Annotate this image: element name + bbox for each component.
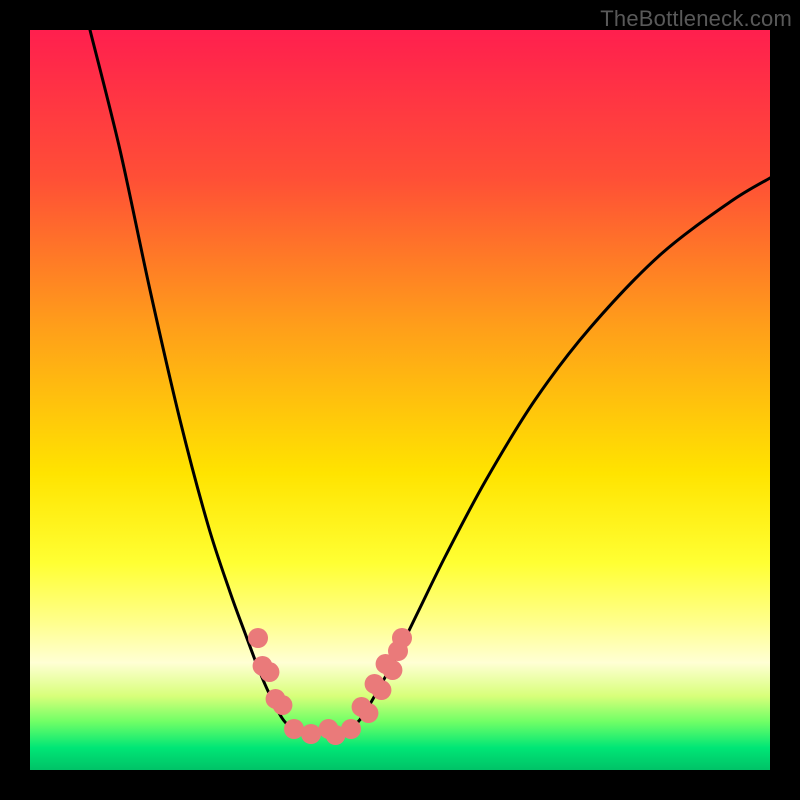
chart-frame: TheBottleneck.com <box>0 0 800 800</box>
marker-dot <box>383 660 403 680</box>
plot-area <box>30 30 770 770</box>
marker-dot <box>248 628 268 648</box>
marker-dot <box>284 719 304 739</box>
watermark-text: TheBottleneck.com <box>600 6 792 32</box>
marker-dot <box>392 628 412 648</box>
marker-dot <box>273 695 293 715</box>
marker-dot <box>359 703 379 723</box>
marker-dot <box>341 719 361 739</box>
marker-dot <box>301 724 321 744</box>
bottleneck-chart <box>30 30 770 770</box>
marker-dot <box>260 662 280 682</box>
marker-dot <box>372 680 392 700</box>
